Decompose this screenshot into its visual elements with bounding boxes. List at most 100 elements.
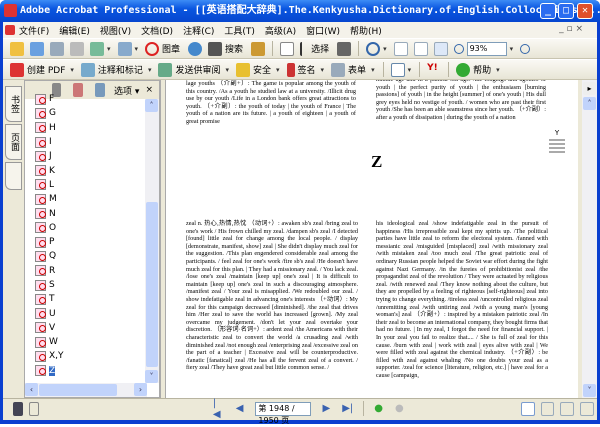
bookmark-item[interactable]: X,Y [35,349,145,363]
doc-scroll-up[interactable]: ˄ [583,97,596,110]
bookmarks-hscrollbar[interactable]: ‹ › [25,383,147,397]
bookmark-item[interactable]: Z [35,364,145,376]
previous-page-button[interactable]: ◀ [236,403,244,414]
help-button[interactable]: 帮助 [473,63,491,76]
print-icon[interactable] [70,41,84,56]
send-review-button[interactable]: 发送供审阅 [175,63,220,76]
pdf-bookmark-icon [35,150,46,162]
facing-continuous-icon[interactable] [560,401,575,416]
scroll-down-button[interactable]: ˅ [145,370,158,383]
select-button[interactable]: 选择 [311,42,329,55]
menu-advanced[interactable]: 高级(A) [265,24,296,37]
first-page-button[interactable]: |◀ [213,398,224,420]
bookmark-item[interactable]: I [35,135,145,149]
save-icon[interactable] [50,41,64,56]
menu-help[interactable]: 帮助(H) [350,24,382,37]
bookmark-item[interactable]: S [35,278,145,292]
bookmark-item[interactable]: V [35,321,145,335]
tab-pages[interactable]: 页面 [5,124,22,160]
page-options-icon[interactable] [390,62,405,77]
minimize-button[interactable]: _ [540,3,556,19]
fit-width-icon[interactable] [433,41,448,56]
snapshot-icon[interactable] [337,41,352,56]
bookmark-item[interactable]: F [35,92,145,106]
stamp-label[interactable]: 图章 [162,42,180,55]
zoom-out-icon[interactable] [453,43,464,54]
sign-button[interactable]: 签名 [298,63,316,76]
bookmark-item[interactable]: J [35,149,145,163]
menu-view[interactable]: 视图(V) [100,24,131,37]
panel-toggle-button[interactable]: ▸ [583,82,596,95]
tab-bookmarks[interactable]: 书签 [5,86,22,122]
menu-window[interactable]: 窗口(W) [306,24,340,37]
text-column-left: zeal n. 热心,热情,热忱 （动词+）: awaken sb's zeal… [186,220,358,372]
attach-icon[interactable] [117,41,132,56]
bookmark-item[interactable]: Q [35,249,145,263]
bookmark-item[interactable]: M [35,192,145,206]
forms-button[interactable]: 表单 [348,63,366,76]
organizer-icon[interactable] [30,41,44,56]
menu-document[interactable]: 文档(D) [141,24,173,37]
menu-file[interactable]: 文件(F) [19,24,49,37]
zoom-in-tool-icon[interactable] [366,41,381,56]
text-column-right: his ideological zeal /show indefatigable… [376,220,548,379]
single-page-icon[interactable] [520,401,535,416]
close-button[interactable]: ✕ [577,3,593,19]
bookmark-item[interactable]: R [35,264,145,278]
yahoo-icon[interactable]: Y! [427,63,441,77]
select-tool-icon[interactable] [300,41,308,56]
page-thumbnail-mini: Y [547,129,567,155]
bookmark-item[interactable]: P [35,235,145,249]
doc-window-controls[interactable]: _ ▫ × [559,24,583,34]
email-icon[interactable] [90,41,104,56]
search-button[interactable]: 搜索 [225,42,243,55]
doc-scroll-down[interactable]: ˅ [583,384,596,397]
stamp-icon[interactable] [145,41,160,56]
bookmarks-vscrollbar[interactable]: ˄ ˅ [145,99,159,383]
security-button[interactable]: 安全 [253,63,271,76]
edit-object-icon[interactable] [251,41,266,56]
bookmark-item[interactable]: L [35,178,145,192]
menu-tools[interactable]: 工具(T) [224,24,255,37]
page-number-input[interactable]: 第 1948 / 1950 页 [255,401,311,425]
continuous-icon[interactable] [540,401,555,416]
scroll-left-button[interactable]: ‹ [25,383,38,396]
actual-size-icon[interactable] [393,41,408,56]
binoculars-icon[interactable] [208,41,223,56]
last-page-button[interactable]: ▶| [342,403,353,414]
create-pdf-button[interactable]: 创建 PDF [27,63,65,76]
document-vscrollbar[interactable]: ▸ ˄ ˅ [582,80,597,398]
fit-page-icon[interactable] [413,41,428,56]
close-panel-button[interactable]: × [145,85,153,95]
go-back-button[interactable]: ● [374,403,383,414]
hand-tool-icon[interactable] [280,41,295,56]
nav-pane-toggle-icon[interactable] [13,401,23,416]
maximize-button[interactable]: □ [558,3,574,19]
zoom-in-icon[interactable] [520,43,531,54]
bookmark-item[interactable]: G [35,106,145,120]
menu-comments[interactable]: 注释(C) [183,24,214,37]
next-page-button[interactable]: ▶ [323,403,331,414]
scroll-right-button[interactable]: › [134,383,147,396]
bookmark-item[interactable]: H [35,121,145,135]
bookmark-item[interactable]: U [35,306,145,320]
facing-icon[interactable] [580,401,595,416]
zoom-input[interactable]: 93% [466,41,507,56]
scroll-thumb[interactable] [146,202,158,367]
bookmark-item[interactable]: O [35,221,145,235]
scroll-up-button[interactable]: ˄ [145,99,158,112]
bookmark-item[interactable]: N [35,206,145,220]
hscroll-thumb[interactable] [39,384,117,396]
tab-more[interactable] [5,162,22,190]
bookmark-item[interactable]: T [35,292,145,306]
web-icon[interactable] [188,41,203,56]
bookmark-item[interactable]: W [35,335,145,349]
page-layout-icon[interactable] [28,401,39,416]
comment-markup-button[interactable]: 注释和标记 [98,63,143,76]
section-letter: Z [371,152,383,171]
menu-edit[interactable]: 编辑(E) [59,24,90,37]
open-icon[interactable] [10,41,24,56]
bookmark-item[interactable]: K [35,163,145,177]
go-forward-button[interactable]: ● [395,403,404,414]
pdf-bookmark-icon [35,365,46,376]
